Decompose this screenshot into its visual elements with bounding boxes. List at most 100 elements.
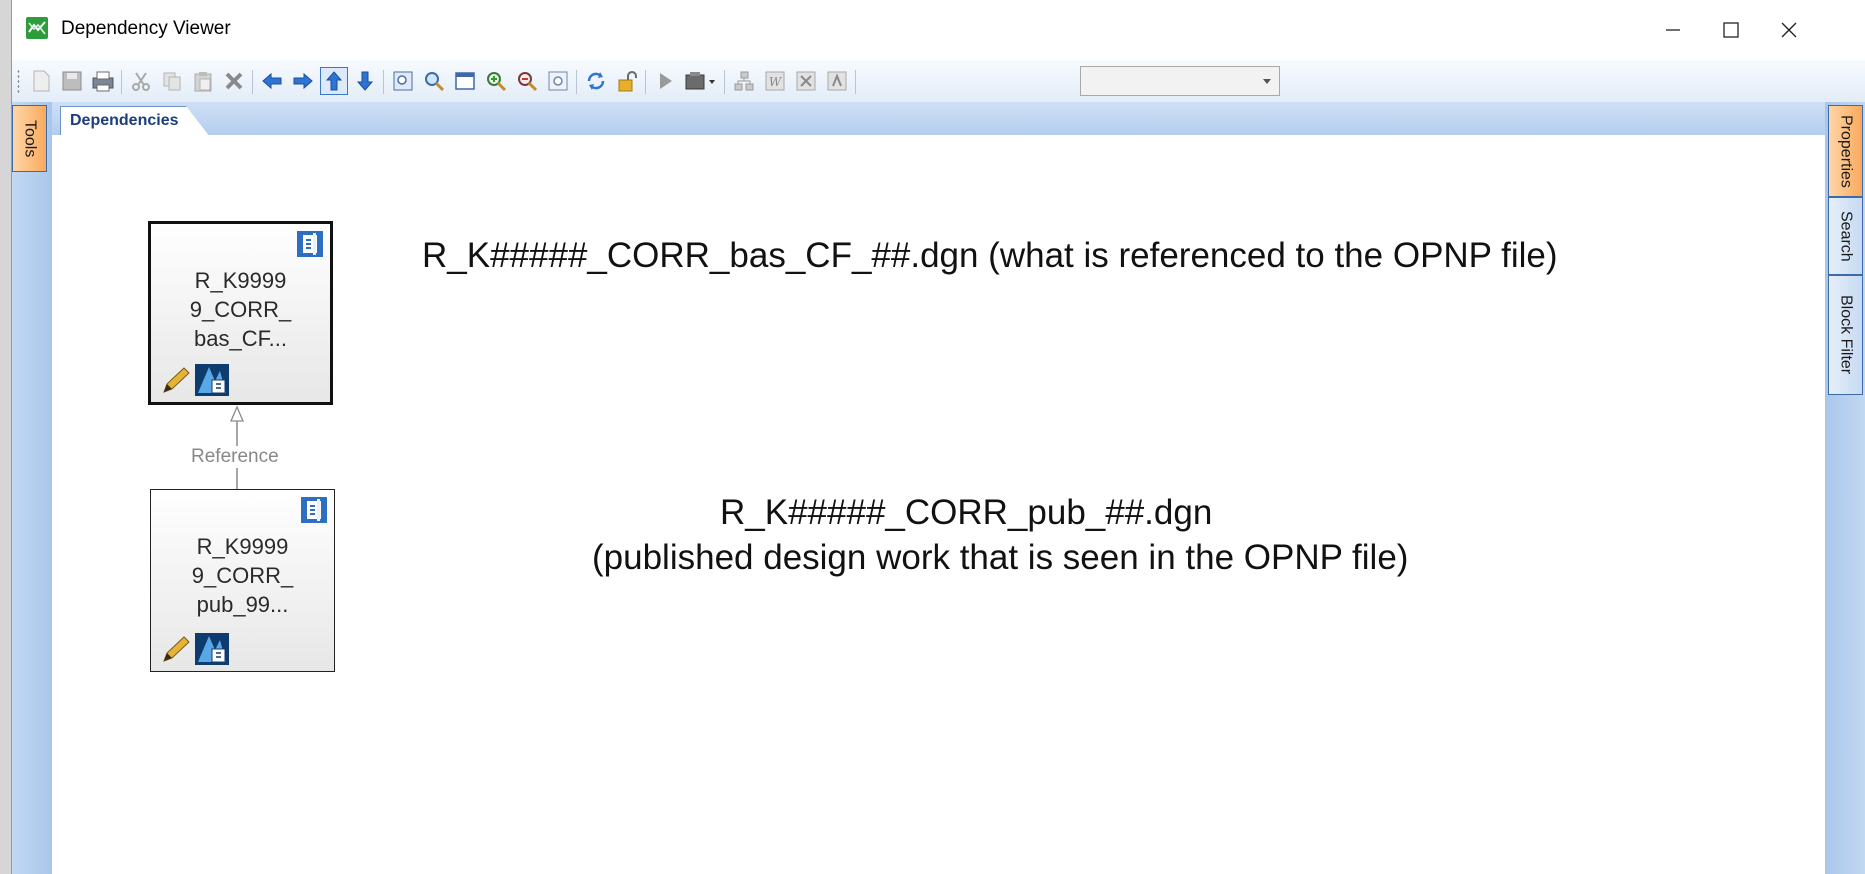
zoom-find-icon — [425, 72, 445, 92]
zoom-out-icon — [518, 72, 538, 92]
minimize-button[interactable] — [1644, 10, 1702, 50]
close-button[interactable] — [1760, 10, 1818, 50]
dependency-viewer-window: Dependency Viewer W Tools Properties Sea… — [11, 0, 1865, 874]
toolbar-separator — [383, 70, 384, 94]
minimize-icon — [1666, 29, 1680, 31]
toolbar-separator — [645, 70, 646, 94]
toolbar-separator — [121, 70, 122, 94]
arrow-left-icon — [262, 72, 282, 90]
back-button[interactable] — [258, 67, 286, 95]
down-button[interactable] — [351, 67, 379, 95]
search-panel-tab-label: Search — [1837, 210, 1855, 262]
annotation-published-file-name: R_K#####_CORR_pub_##.dgn — [720, 493, 1213, 532]
graph-node-pub[interactable]: R_K9999 9_CORR_ pub_99... — [150, 489, 335, 672]
paste-button[interactable] — [189, 67, 217, 95]
document-icon — [297, 231, 323, 257]
unlock-icon — [618, 71, 637, 92]
arrow-down-icon — [356, 71, 374, 91]
unlock-button[interactable] — [613, 67, 641, 95]
cut-icon — [132, 72, 150, 91]
package-dropdown-button[interactable] — [682, 67, 720, 95]
dependency-graph-canvas[interactable]: R_K9999 9_CORR_ bas_CF... Reference R_K9… — [52, 135, 1825, 874]
graph-node-bas-cf[interactable]: R_K9999 9_CORR_ bas_CF... — [148, 221, 333, 405]
export-pdf-button[interactable] — [823, 67, 851, 95]
package-icon — [685, 72, 715, 90]
hierarchy-button[interactable] — [730, 67, 758, 95]
pencil-icon — [163, 636, 190, 662]
zoom-in-button[interactable] — [482, 67, 510, 95]
maximize-button[interactable] — [1702, 10, 1760, 50]
properties-panel-tab-label: Properties — [1837, 114, 1855, 188]
chevron-down-icon — [1263, 79, 1271, 84]
zoom-find-button[interactable] — [420, 67, 448, 95]
search-panel-tab[interactable]: Search — [1828, 197, 1863, 275]
toolbar-grip[interactable] — [17, 69, 20, 93]
print-button[interactable] — [89, 67, 117, 95]
up-button[interactable] — [320, 67, 348, 95]
title-bar: Dependency Viewer — [12, 0, 1865, 60]
copy-button[interactable] — [158, 67, 186, 95]
forward-button[interactable] — [289, 67, 317, 95]
maximize-icon — [1723, 22, 1739, 38]
play-button[interactable] — [651, 67, 679, 95]
pdf-icon — [827, 71, 847, 91]
right-panel-strip: Properties Search Block Filter — [1825, 102, 1865, 874]
close-icon — [1781, 22, 1797, 38]
export-excel-button[interactable] — [792, 67, 820, 95]
zoom-window-icon — [393, 71, 413, 91]
zoom-window-button[interactable] — [389, 67, 417, 95]
save-button[interactable] — [58, 67, 86, 95]
fit-view-button[interactable] — [451, 67, 479, 95]
excel-icon — [796, 71, 816, 91]
tab-dependencies[interactable]: Dependencies — [60, 106, 210, 137]
properties-panel-tab[interactable]: Properties — [1828, 105, 1863, 197]
export-word-button[interactable]: W — [761, 67, 789, 95]
hierarchy-icon — [734, 71, 754, 91]
microstation-app-icon — [195, 364, 229, 396]
tab-dependencies-label: Dependencies — [70, 112, 179, 129]
save-icon — [62, 71, 82, 91]
document-icon — [301, 497, 327, 523]
block-filter-panel-tab[interactable]: Block Filter — [1828, 275, 1863, 395]
word-icon: W — [765, 71, 785, 91]
zoom-extents-icon — [548, 71, 568, 91]
new-button[interactable] — [27, 67, 55, 95]
document-tab-strip: Dependencies — [52, 102, 1825, 137]
zoom-extents-button[interactable] — [544, 67, 572, 95]
print-icon — [92, 71, 114, 92]
reference-edge-label: Reference — [191, 446, 279, 468]
annotation-referenced-file: R_K#####_CORR_bas_CF_##.dgn (what is ref… — [422, 236, 1558, 275]
copy-icon — [163, 72, 181, 91]
main-toolbar: W — [12, 60, 1865, 103]
dependency-viewer-icon — [26, 17, 48, 39]
toolbar-separator — [855, 70, 856, 94]
toolbar-combo[interactable] — [1080, 66, 1280, 96]
left-panel-strip: Tools — [12, 102, 52, 874]
pencil-icon — [163, 367, 190, 393]
toolbar-separator — [576, 70, 577, 94]
svg-text:W: W — [769, 75, 783, 89]
toolbar-separator — [724, 70, 725, 94]
window-icon — [455, 72, 475, 90]
zoom-in-icon — [487, 72, 507, 92]
zoom-out-button[interactable] — [513, 67, 541, 95]
arrow-up-icon — [325, 71, 343, 91]
refresh-icon — [587, 72, 605, 90]
delete-button[interactable] — [220, 67, 248, 95]
paste-icon — [194, 72, 212, 92]
graph-node-label: R_K9999 9_CORR_ pub_99... — [191, 534, 294, 617]
window-title: Dependency Viewer — [61, 18, 231, 39]
annotation-published-file-description: (published design work that is seen in t… — [592, 538, 1409, 577]
play-icon — [660, 73, 672, 89]
block-filter-panel-tab-label: Block Filter — [1837, 295, 1855, 375]
tools-panel-tab[interactable]: Tools — [12, 105, 47, 172]
cut-button[interactable] — [127, 67, 155, 95]
tools-panel-tab-label: Tools — [21, 119, 39, 158]
toolbar-separator — [252, 70, 253, 94]
delete-icon — [225, 72, 243, 90]
graph-node-label: R_K9999 9_CORR_ bas_CF... — [189, 268, 292, 351]
microstation-app-icon — [195, 633, 229, 665]
new-document-icon — [33, 70, 50, 92]
refresh-button[interactable] — [582, 67, 610, 95]
arrow-right-icon — [293, 72, 313, 90]
